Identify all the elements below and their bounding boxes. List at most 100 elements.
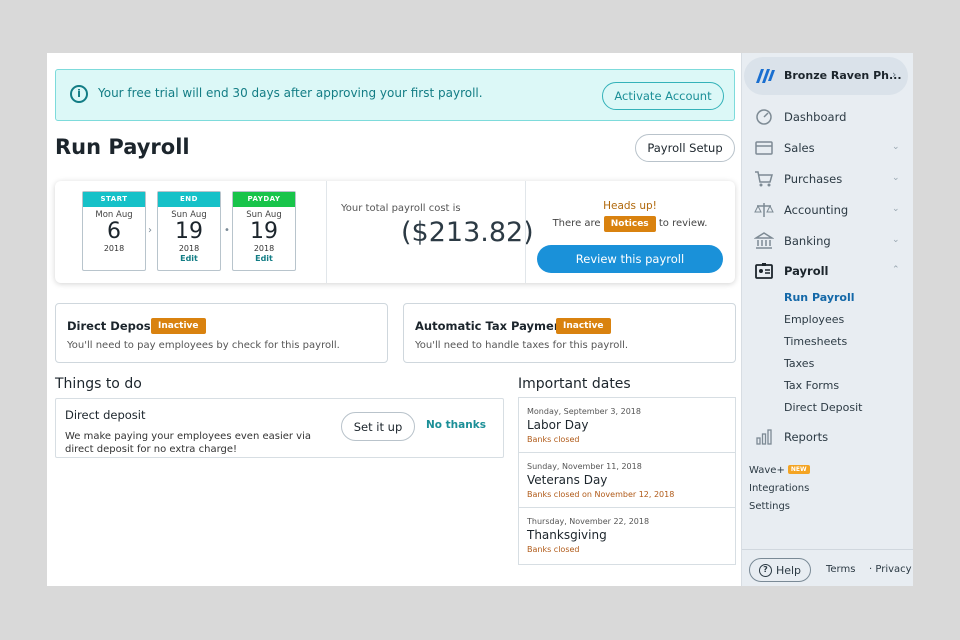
holiday-note: Banks closed: [527, 545, 580, 554]
edit-payday-link[interactable]: Edit: [233, 254, 295, 263]
sidebar-subitem-direct-deposit[interactable]: Direct Deposit: [784, 401, 862, 414]
direct-deposit-status-card: Direct Deposit Inactive You'll need to p…: [55, 303, 388, 363]
sidebar-subitem-tax-forms[interactable]: Tax Forms: [784, 379, 839, 392]
payroll-summary-card: START Mon Aug 6 2018 › END Sun Aug 19 20…: [55, 181, 735, 283]
sidebar-subitem-timesheets[interactable]: Timesheets: [784, 335, 847, 348]
sidebar-item-wave-plus[interactable]: Wave+ NEW: [749, 465, 810, 476]
set-it-up-button[interactable]: Set it up: [341, 412, 415, 441]
total-cost-value: ($213.82): [401, 217, 534, 248]
divider: [326, 181, 327, 283]
payroll-setup-button[interactable]: Payroll Setup: [635, 134, 735, 162]
divider: [525, 181, 526, 283]
holiday-date: Sunday, November 11, 2018: [527, 462, 642, 471]
calendar-day: 19: [175, 219, 203, 244]
sidebar-item-label: Banking: [784, 234, 831, 248]
sidebar-subitem-taxes[interactable]: Taxes: [784, 357, 814, 370]
id-card-icon: [755, 263, 773, 279]
payday-calendar: PAYDAY Sun Aug 19 2018 Edit: [232, 191, 296, 271]
calendar-label: END: [158, 192, 220, 207]
todo-card: Direct deposit We make paying your emplo…: [55, 398, 504, 458]
sidebar-item-settings[interactable]: Settings: [749, 501, 790, 512]
privacy-label: Privacy: [875, 564, 912, 575]
sidebar-item-accounting[interactable]: Accounting ⌄: [742, 199, 913, 223]
holiday-date: Thursday, November 22, 2018: [527, 517, 650, 526]
trial-banner: i Your free trial will end 30 days after…: [55, 69, 735, 121]
privacy-link[interactable]: · Privacy: [869, 564, 912, 575]
edit-end-date-link[interactable]: Edit: [158, 254, 220, 263]
holiday-note: Banks closed: [527, 435, 580, 444]
app-window: i Your free trial will end 30 days after…: [47, 53, 913, 586]
sidebar-item-payroll[interactable]: Payroll ⌃: [742, 260, 913, 284]
list-item: Sunday, November 11, 2018 Veterans Day B…: [519, 453, 735, 508]
status-description: You'll need to handle taxes for this pay…: [415, 340, 629, 351]
sidebar-item-reports[interactable]: Reports: [742, 426, 913, 450]
sidebar-item-banking[interactable]: Banking ⌄: [742, 230, 913, 254]
todo-title: Direct deposit: [65, 408, 146, 422]
list-item: Thursday, November 22, 2018 Thanksgiving…: [519, 508, 735, 563]
review-payroll-button[interactable]: Review this payroll: [537, 245, 723, 273]
holiday-name: Thanksgiving: [527, 528, 607, 542]
status-title: Direct Deposit: [67, 319, 161, 333]
todo-description: We make paying your employees even easie…: [65, 431, 311, 455]
sidebar-item-label: Payroll: [784, 264, 829, 278]
status-badge: Inactive: [556, 318, 611, 334]
sidebar-subitem-run-payroll[interactable]: Run Payroll: [784, 291, 855, 304]
important-dates-list: Monday, September 3, 2018 Labor Day Bank…: [518, 397, 736, 565]
chevron-right-icon: ›: [148, 225, 152, 236]
sidebar-subitem-employees[interactable]: Employees: [784, 313, 844, 326]
calendar-label: PAYDAY: [233, 192, 295, 207]
chevron-down-icon: ⌄: [892, 235, 900, 245]
heads-up-label: Heads up!: [603, 200, 657, 212]
info-icon: i: [70, 85, 88, 103]
sidebar: Bronze Raven Ph... › Dashboard Sales ⌄ P…: [741, 53, 913, 586]
chevron-down-icon: ⌄: [892, 142, 900, 152]
cost-label: Your total payroll cost is: [341, 203, 461, 214]
no-thanks-link[interactable]: No thanks: [426, 419, 486, 431]
calendar-year: 2018: [253, 244, 275, 253]
status-description: You'll need to pay employees by check fo…: [67, 340, 340, 351]
wave-logo-icon: [756, 69, 775, 83]
activate-account-button[interactable]: Activate Account: [602, 82, 724, 110]
trial-message: Your free trial will end 30 days after a…: [98, 86, 483, 100]
calendar-year: 2018: [103, 244, 125, 253]
bank-icon: [754, 232, 774, 249]
start-date-calendar: START Mon Aug 6 2018: [82, 191, 146, 271]
sidebar-item-integrations[interactable]: Integrations: [749, 483, 809, 494]
sidebar-item-purchases[interactable]: Purchases ⌄: [742, 168, 913, 192]
dashboard-icon: [756, 109, 772, 125]
business-switcher[interactable]: Bronze Raven Ph... ›: [744, 57, 908, 95]
question-icon: ?: [758, 563, 772, 577]
holiday-name: Labor Day: [527, 418, 589, 432]
sidebar-item-label: Sales: [784, 141, 815, 155]
sidebar-item-label: Reports: [784, 430, 829, 444]
new-badge: NEW: [787, 465, 810, 474]
holiday-name: Veterans Day: [527, 473, 608, 487]
help-button[interactable]: ? Help: [749, 558, 811, 582]
chevron-up-icon: ⌃: [892, 265, 900, 275]
sidebar-item-dashboard[interactable]: Dashboard: [742, 106, 913, 130]
notice-line: There are Notices to review.: [525, 216, 735, 232]
divider: [742, 549, 913, 550]
chevron-right-icon: ›: [892, 68, 897, 81]
holiday-note: Banks closed on November 12, 2018: [527, 490, 675, 499]
calendar-year: 2018: [178, 244, 200, 253]
sidebar-item-label: Dashboard: [784, 110, 847, 124]
sales-icon: [755, 141, 773, 155]
end-date-calendar: END Sun Aug 19 2018 Edit: [157, 191, 221, 271]
business-name: Bronze Raven Ph...: [784, 69, 902, 82]
important-dates-title: Important dates: [518, 376, 631, 392]
sidebar-item-label: Purchases: [784, 172, 843, 186]
scale-icon: [754, 203, 774, 217]
chevron-down-icon: ⌄: [892, 173, 900, 183]
bar-chart-icon: [756, 429, 772, 445]
sidebar-item-sales[interactable]: Sales ⌄: [742, 137, 913, 161]
notice-post: to review.: [658, 218, 708, 229]
tax-payments-status-card: Automatic Tax Payments Inactive You'll n…: [403, 303, 736, 363]
help-label: Help: [775, 563, 802, 577]
notices-badge[interactable]: Notices: [603, 216, 656, 232]
wave-plus-label: Wave+: [749, 465, 785, 476]
things-to-do-title: Things to do: [55, 376, 142, 392]
sidebar-item-label: Accounting: [784, 203, 849, 217]
terms-link[interactable]: Terms: [826, 564, 855, 575]
dot-separator-icon: •: [224, 225, 230, 236]
